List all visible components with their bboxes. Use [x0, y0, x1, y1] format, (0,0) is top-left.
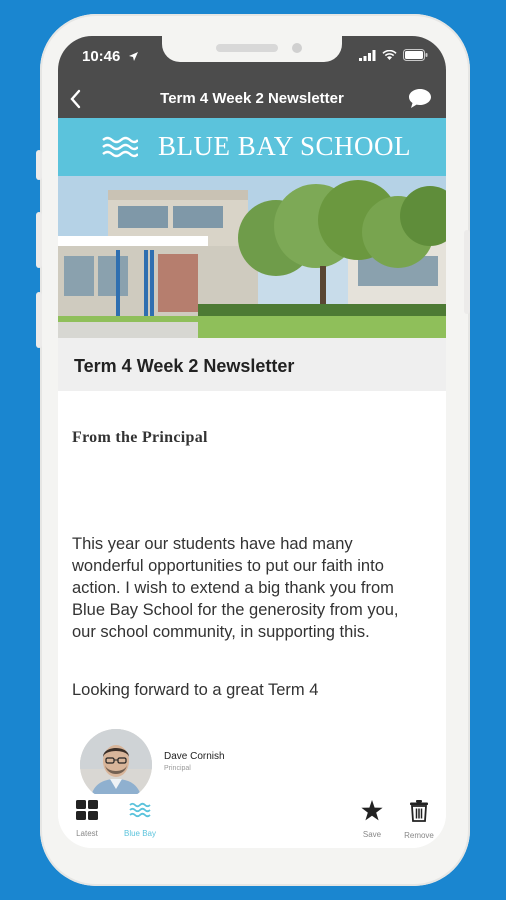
article-closing-line: Looking forward to a great Term 4 [72, 681, 319, 699]
signal-icon [359, 49, 376, 61]
nav-bar: Term 4 Week 2 Newsletter [58, 80, 446, 118]
tab-label-remove: Remove [404, 831, 434, 840]
save-button[interactable]: Save [347, 800, 397, 839]
tab-label-latest: Latest [76, 829, 98, 838]
school-banner: BLUE BAY SCHOOL [58, 118, 446, 176]
phone-notch [162, 36, 342, 62]
nav-title: Term 4 Week 2 Newsletter [160, 90, 344, 107]
chat-bubble-icon [409, 89, 431, 108]
tab-bar: Latest Blue Bay Save Remove [58, 794, 446, 848]
comments-button[interactable] [408, 88, 432, 114]
tab-label-save: Save [362, 830, 382, 839]
school-building-photo [58, 176, 446, 338]
avatar [80, 729, 152, 801]
app-screen: 10:46 Term 4 Week 2 Newsletter BLUE BAY … [58, 36, 446, 848]
phone-power-button [464, 230, 470, 314]
trash-icon [410, 800, 428, 822]
star-icon [361, 800, 383, 821]
wifi-icon [382, 49, 397, 60]
author-portrait [80, 729, 152, 801]
article-title-bar: Term 4 Week 2 Newsletter [58, 338, 446, 391]
status-icons [359, 49, 428, 61]
status-time: 10:46 [82, 48, 121, 65]
status-bar: 10:46 [58, 36, 446, 80]
phone-volume-down-button [36, 292, 42, 348]
phone-volume-up-button [36, 212, 42, 268]
waves-icon [129, 802, 151, 818]
battery-icon [403, 49, 428, 61]
author-role: Principal [164, 765, 191, 772]
article-title: Term 4 Week 2 Newsletter [74, 356, 295, 376]
tab-latest[interactable]: Latest [62, 800, 112, 838]
remove-button[interactable]: Remove [394, 800, 444, 840]
waves-logo-icon [102, 136, 138, 158]
author-name: Dave Cornish [164, 751, 225, 762]
front-camera [292, 43, 302, 53]
tab-label-blue-bay: Blue Bay [123, 829, 157, 838]
speaker-grille [216, 44, 278, 52]
school-name: BLUE BAY SCHOOL [158, 131, 412, 161]
location-arrow-icon [129, 52, 138, 61]
tab-blue-bay[interactable]: Blue Bay [115, 800, 165, 838]
article-paragraph: This year our students have had many won… [72, 535, 399, 641]
grid-icon [76, 800, 98, 820]
school-building-image [58, 176, 446, 338]
phone-side-button [36, 150, 42, 180]
section-heading: From the Principal [72, 429, 208, 446]
